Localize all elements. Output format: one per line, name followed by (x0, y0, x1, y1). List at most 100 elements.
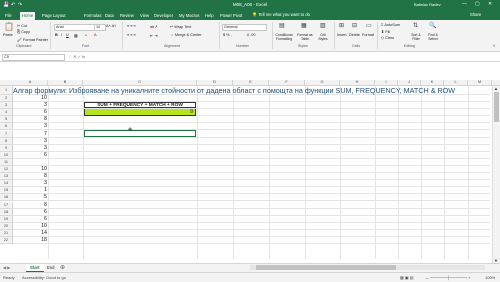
copy-button[interactable]: ⎘ Copy (17, 30, 30, 34)
row-header[interactable]: 20 (0, 222, 13, 230)
cell-a17[interactable]: 8 (14, 202, 47, 209)
scroll-up-icon[interactable]: ▲ (494, 86, 498, 91)
cell-styles-icon[interactable]: ▧ (320, 23, 326, 29)
fill-color-icon[interactable]: ▲ (84, 33, 88, 37)
tell-me-search[interactable]: 💡 Tell me what you want to do (252, 12, 310, 18)
tab-help[interactable]: Help (203, 12, 216, 20)
format-as-table-button[interactable]: Format as Table (295, 33, 315, 41)
row-header[interactable]: 14 (0, 180, 13, 188)
cell-a5[interactable]: 8 (14, 116, 47, 123)
italic-icon[interactable]: I (61, 33, 62, 37)
indent-icon[interactable]: ⇤ ⇥ (150, 33, 157, 38)
fill-button[interactable]: ⬇ Fill (381, 29, 390, 34)
close-button[interactable]: ✕ (488, 1, 492, 7)
selected-cell[interactable] (84, 129, 196, 137)
horizontal-scrollbar[interactable] (250, 265, 485, 270)
cell-a16[interactable]: 5 (14, 194, 47, 201)
row-header[interactable]: 17 (0, 201, 13, 209)
column-header[interactable]: G (305, 80, 340, 85)
collapse-ribbon-icon[interactable]: ˄ (493, 44, 495, 48)
wrap-text-button[interactable]: ↵ Wrap Text (170, 24, 191, 29)
tab-file[interactable]: File (3, 12, 14, 20)
sheet-nav-icon[interactable]: ◀ ▶ (3, 265, 10, 270)
row-header[interactable]: 19 (0, 215, 13, 223)
tab-page-layout[interactable]: Page Layout (40, 12, 68, 20)
vertical-scrollbar[interactable]: ▲ ▼ (492, 86, 500, 263)
cell-a21[interactable]: 14 (14, 230, 47, 237)
insert-icon[interactable]: ⊞ (339, 23, 344, 29)
font-color-icon[interactable]: A (94, 33, 97, 37)
borders-icon[interactable]: ▦ (74, 33, 78, 38)
autosum-button[interactable]: Σ AutoSum (381, 23, 400, 27)
tab-data[interactable]: Data (103, 12, 116, 20)
tab-home[interactable]: Home (20, 12, 36, 20)
column-header[interactable]: B (48, 80, 83, 85)
tab-view[interactable]: View (138, 12, 151, 20)
delete-button[interactable]: Delete (349, 33, 360, 37)
insert-button[interactable]: Insert (337, 33, 347, 37)
user-name[interactable]: Batislav Radev (414, 2, 441, 7)
cell-a22[interactable]: 18 (14, 237, 47, 244)
column-header[interactable]: E (233, 80, 269, 85)
hscroll-thumb[interactable] (256, 265, 396, 270)
row-header[interactable]: 1 (0, 86, 13, 95)
sheet-tab-end[interactable]: End (43, 264, 58, 271)
number-format-select[interactable]: General (222, 24, 267, 31)
font-grow-shrink-icon[interactable]: A˄ A˅ (106, 24, 116, 28)
paste-button[interactable]: Paste (3, 33, 13, 37)
orientation-icon[interactable]: ab↗ (150, 24, 157, 29)
row-header[interactable]: 7 (0, 130, 13, 138)
formula-header-cell[interactable]: SUM + FREQUENCY + MATCH + ROW (84, 101, 196, 109)
row-header[interactable]: 2 (0, 95, 13, 103)
cell-a3[interactable]: 3 (14, 102, 47, 109)
align-top-icon[interactable]: ≡ ≡ ≡ (127, 24, 136, 28)
row-header[interactable]: 21 (0, 229, 13, 237)
row-header[interactable]: 15 (0, 187, 13, 195)
row-header[interactable]: 16 (0, 194, 13, 202)
conditional-formatting-button[interactable]: Conditional Formatting (273, 33, 295, 41)
font-family-select[interactable]: Arial (54, 24, 95, 31)
cut-button[interactable]: ✂ Cut (17, 23, 27, 28)
column-header[interactable]: F (269, 80, 305, 85)
cell-a13[interactable]: 8 (14, 173, 47, 180)
bold-icon[interactable]: B (55, 33, 58, 37)
cell-a8[interactable]: 3 (14, 138, 47, 145)
sort-filter-icon[interactable]: ⇅ (413, 23, 418, 29)
cell-a7[interactable]: 7 (14, 131, 47, 138)
font-size-select[interactable]: 10 (94, 24, 106, 31)
row-header[interactable]: 10 (0, 151, 13, 159)
share-button[interactable]: Share (470, 12, 481, 17)
result-cell[interactable]: 9 (84, 108, 196, 116)
column-header[interactable]: K (421, 80, 444, 85)
cell-a12[interactable]: 10 (14, 166, 47, 173)
format-button[interactable]: Format (362, 33, 374, 37)
accounting-format-icon[interactable]: $ % , (223, 33, 232, 37)
underline-icon[interactable]: U (66, 33, 69, 37)
row-header[interactable]: 3 (0, 102, 13, 110)
formula-icons[interactable]: ⋮ ✕ ✓ fx (68, 54, 85, 59)
row-header[interactable]: 12 (0, 166, 13, 174)
row-header[interactable]: 6 (0, 123, 13, 131)
sheet-title-cell[interactable]: Алгар формули: Изброяване на уникалните … (13, 86, 455, 95)
row-header[interactable]: 5 (0, 116, 13, 124)
tab-formulas[interactable]: Formulas (82, 12, 103, 20)
tab-power-pivot[interactable]: Power Pivot (218, 12, 244, 20)
minimize-button[interactable]: — (462, 1, 467, 7)
row-header[interactable]: 11 (0, 158, 13, 166)
row-header[interactable]: 18 (0, 208, 13, 216)
clear-button[interactable]: ◇ Clear (381, 35, 394, 40)
sort-filter-button[interactable]: Sort & Filter (408, 33, 424, 41)
tab-developer[interactable]: Developer (152, 12, 175, 20)
row-header[interactable]: 13 (0, 173, 13, 181)
sheet-tab-start[interactable]: Start (26, 264, 44, 272)
cell-a14[interactable]: 3 (14, 180, 47, 187)
cell-a9[interactable]: 3 (14, 145, 47, 152)
formula-input[interactable] (90, 54, 490, 59)
column-header[interactable]: M (468, 80, 492, 85)
cell-a4[interactable]: 6 (14, 109, 47, 116)
column-header[interactable]: A (13, 80, 48, 85)
delete-icon[interactable]: ⊟ (352, 23, 357, 29)
scroll-thumb[interactable] (494, 92, 499, 122)
cell-styles-button[interactable]: Cell Styles (315, 33, 331, 41)
decimal-icon[interactable]: .0 .00 (246, 33, 256, 37)
